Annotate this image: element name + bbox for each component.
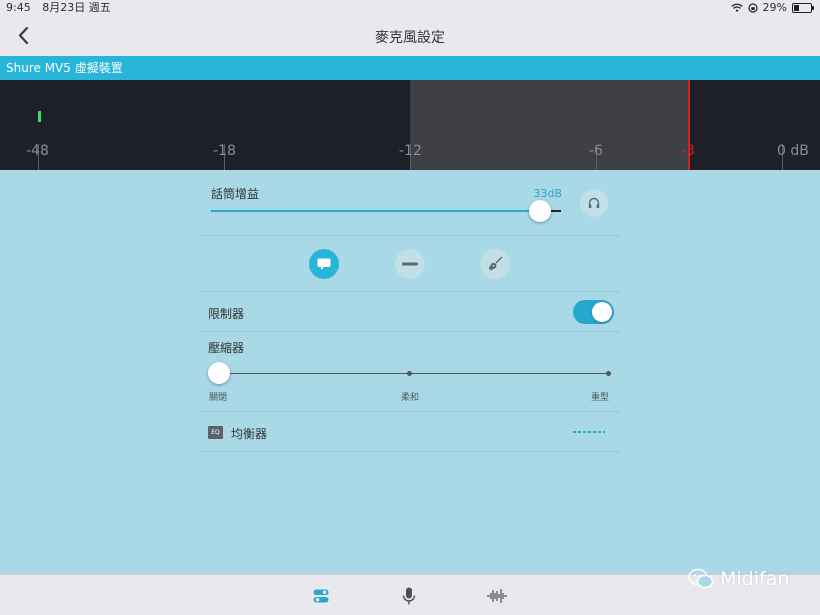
tab-microphone[interactable] (397, 584, 421, 608)
waveform-icon (487, 589, 507, 603)
battery-percent: 29% (762, 1, 787, 14)
status-date: 8月23日 週五 (42, 1, 111, 14)
tab-settings[interactable] (309, 584, 333, 608)
eq-badge-icon: EQ (208, 426, 223, 439)
compressor-stop-heavy: 重型 (591, 393, 610, 403)
monitor-button[interactable] (580, 189, 608, 217)
mode-instrument-button[interactable] (480, 249, 510, 279)
compressor-stop-off: 關閉 (209, 393, 228, 403)
navigation-bar: 麥克風設定 (0, 16, 820, 56)
gain-slider-fill (211, 210, 540, 212)
limiter-label: 限制器 (208, 307, 245, 321)
battery-fill (794, 5, 799, 11)
divider (200, 331, 620, 332)
meter-tick-label: -18 (213, 143, 236, 159)
compressor-label: 壓縮器 (208, 341, 245, 355)
tab-recording[interactable] (485, 584, 509, 608)
compressor-stop-dot (407, 371, 412, 376)
status-time: 9:45 (6, 1, 31, 14)
gain-label: 話筒增益 (211, 187, 260, 201)
meter-headroom-zone (410, 80, 688, 170)
eq-curve-icon[interactable] (572, 430, 606, 434)
meter-tick-label: 0 dB (777, 143, 809, 159)
gain-slider-thumb[interactable] (529, 200, 551, 222)
status-bar: 9:45 8月23日 週五 29% (0, 0, 820, 16)
eq-label[interactable]: 均衡器 (231, 425, 267, 442)
wifi-icon (730, 3, 743, 12)
device-bar: Shure MV5 虛擬裝置 (0, 56, 820, 80)
guitar-icon (489, 256, 503, 271)
compressor-slider-track[interactable] (219, 373, 609, 374)
gain-value: 33dB (533, 187, 562, 200)
meter-tick-label: -48 (26, 143, 49, 159)
compressor-stop-light: 柔和 (401, 393, 420, 403)
divider (200, 411, 620, 412)
meter-level-indicator (38, 111, 41, 122)
compressor-slider-thumb[interactable] (208, 362, 230, 384)
page-title: 麥克風設定 (375, 30, 445, 46)
toggle-knob (592, 302, 612, 322)
speech-bubble-icon (317, 258, 331, 270)
limiter-toggle[interactable] (573, 300, 614, 324)
headphones-icon (588, 197, 600, 208)
wechat-logo-icon (688, 568, 714, 589)
battery-icon (792, 3, 814, 13)
level-meter: -48 -18 -12 -6 -3 0 dB (0, 80, 820, 170)
microphone-icon (402, 587, 416, 605)
compressor-stop-dot (606, 371, 611, 376)
flat-icon (402, 262, 418, 266)
mode-flat-button[interactable] (395, 249, 425, 279)
watermark: Midifan (688, 568, 789, 590)
meter-tick-label: -12 (399, 143, 422, 159)
watermark-text: Midifan (720, 568, 790, 590)
meter-tick-label-clip: -3 (681, 143, 695, 159)
mode-speech-button[interactable] (309, 249, 339, 279)
divider (200, 291, 620, 292)
device-name: Shure MV5 虛擬裝置 (6, 61, 123, 75)
divider (200, 235, 620, 236)
meter-tick-label: -6 (589, 143, 603, 159)
orientation-lock-icon (747, 3, 758, 13)
divider (200, 451, 620, 452)
settings-toggle-icon (313, 589, 329, 603)
